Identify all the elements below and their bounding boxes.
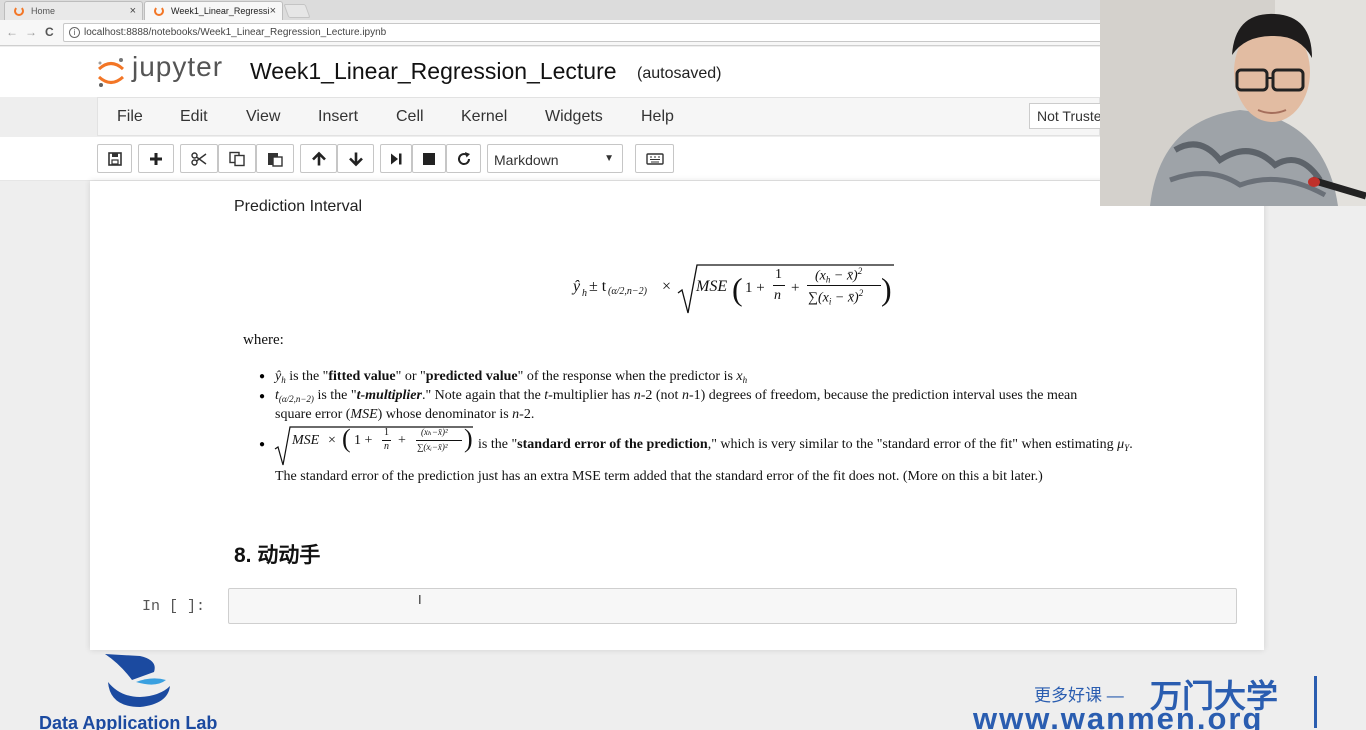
save-button[interactable] bbox=[97, 144, 132, 173]
watermark-divider bbox=[1314, 676, 1317, 728]
tab-notebook-label: Week1_Linear_Regressi bbox=[171, 6, 270, 16]
save-icon bbox=[107, 151, 122, 166]
insert-cell-button[interactable] bbox=[138, 144, 174, 173]
paste-button[interactable] bbox=[256, 144, 294, 173]
restart-icon bbox=[457, 151, 470, 165]
move-down-button[interactable] bbox=[337, 144, 374, 173]
watermark-url: www.wanmen.org bbox=[973, 701, 1264, 730]
webcam-overlay bbox=[1100, 0, 1366, 206]
plus-icon bbox=[150, 152, 162, 165]
jupyter-favicon-icon bbox=[14, 6, 24, 16]
prediction-interval-heading: Prediction Interval bbox=[234, 198, 363, 215]
tab-notebook[interactable]: Week1_Linear_Regressi × bbox=[144, 1, 283, 20]
chevron-down-icon: ▼ bbox=[604, 153, 614, 164]
cell-type-select[interactable]: Markdown ▼ bbox=[487, 144, 623, 173]
forward-icon[interactable]: → bbox=[25, 25, 37, 39]
section-heading: 8. 动动手 bbox=[234, 544, 321, 567]
paste-icon bbox=[268, 152, 283, 167]
input-prompt: In [ ]: bbox=[142, 598, 206, 615]
menu-file[interactable]: File bbox=[117, 108, 143, 126]
data-application-lab-logo-icon bbox=[105, 654, 170, 707]
tab-home-label: Home bbox=[31, 6, 56, 16]
where-label: where: bbox=[243, 332, 284, 348]
new-tab-button[interactable] bbox=[283, 4, 311, 18]
code-cell-input[interactable] bbox=[228, 588, 1237, 624]
jupyter-logo-icon[interactable] bbox=[96, 55, 126, 89]
skip-run-icon bbox=[391, 153, 402, 164]
restart-button[interactable] bbox=[446, 144, 481, 173]
menu-edit[interactable]: Edit bbox=[180, 108, 208, 126]
copy-icon bbox=[229, 151, 245, 166]
menu-cell[interactable]: Cell bbox=[396, 108, 424, 126]
bullet-standard-error-line2: The standard error of the prediction jus… bbox=[275, 469, 1043, 484]
bullet-dot: ● bbox=[259, 439, 266, 450]
arrow-up-icon bbox=[311, 151, 326, 165]
menu-kernel[interactable]: Kernel bbox=[461, 108, 507, 126]
bullet-dot: ● bbox=[259, 371, 266, 382]
cell-type-value: Markdown bbox=[494, 152, 559, 168]
menu-view[interactable]: View bbox=[246, 108, 280, 126]
move-up-button[interactable] bbox=[300, 144, 337, 173]
tab-home[interactable]: Home × bbox=[4, 1, 143, 20]
tab-home-close-icon[interactable]: × bbox=[130, 5, 136, 17]
data-application-lab-text: Data Application Lab bbox=[39, 713, 218, 730]
copy-button[interactable] bbox=[218, 144, 256, 173]
text-cursor-icon: I bbox=[418, 592, 422, 607]
run-button[interactable] bbox=[380, 144, 412, 173]
interrupt-button[interactable] bbox=[412, 144, 446, 173]
notebook-title[interactable]: Week1_Linear_Regression_Lecture bbox=[250, 58, 617, 85]
reload-icon[interactable]: C bbox=[45, 25, 54, 39]
standard-error-formula: MSE bbox=[292, 433, 320, 448]
presenter-video-image bbox=[1100, 0, 1366, 206]
bullet-dot: ● bbox=[259, 391, 266, 402]
menu-insert[interactable]: Insert bbox=[318, 108, 358, 126]
keyboard-icon bbox=[645, 152, 664, 165]
command-palette-button[interactable] bbox=[635, 144, 674, 173]
notebook-container bbox=[90, 181, 1264, 650]
info-icon[interactable]: i bbox=[69, 27, 80, 38]
not-trusted-button[interactable]: Not Truste bbox=[1029, 103, 1100, 129]
bullet-standard-error: is the "standard error of the prediction… bbox=[478, 437, 1133, 453]
save-status: (autosaved) bbox=[637, 65, 722, 82]
menu-bar: File Edit View Insert Cell Kernel Widget… bbox=[97, 97, 1100, 136]
back-icon[interactable]: ← bbox=[6, 25, 18, 39]
cut-button[interactable] bbox=[180, 144, 218, 173]
jupyter-header: jupyter Week1_Linear_Regression_Lecture … bbox=[0, 47, 1100, 97]
jupyter-favicon-icon bbox=[154, 6, 164, 16]
scissors-icon bbox=[191, 151, 207, 166]
jupyter-logo-text[interactable]: jupyter bbox=[132, 51, 223, 83]
tab-notebook-close-icon[interactable]: × bbox=[270, 5, 276, 17]
bullet-t-multiplier-line2: square error (MSE) whose denominator is … bbox=[275, 407, 535, 422]
menu-help[interactable]: Help bbox=[641, 108, 674, 126]
stop-icon bbox=[423, 152, 435, 165]
menu-widgets[interactable]: Widgets bbox=[545, 108, 603, 126]
url-input[interactable]: i localhost:8888/notebooks/Week1_Linear_… bbox=[63, 23, 1103, 42]
arrow-down-icon bbox=[348, 152, 363, 166]
url-text: localhost:8888/notebooks/Week1_Linear_Re… bbox=[84, 27, 387, 38]
